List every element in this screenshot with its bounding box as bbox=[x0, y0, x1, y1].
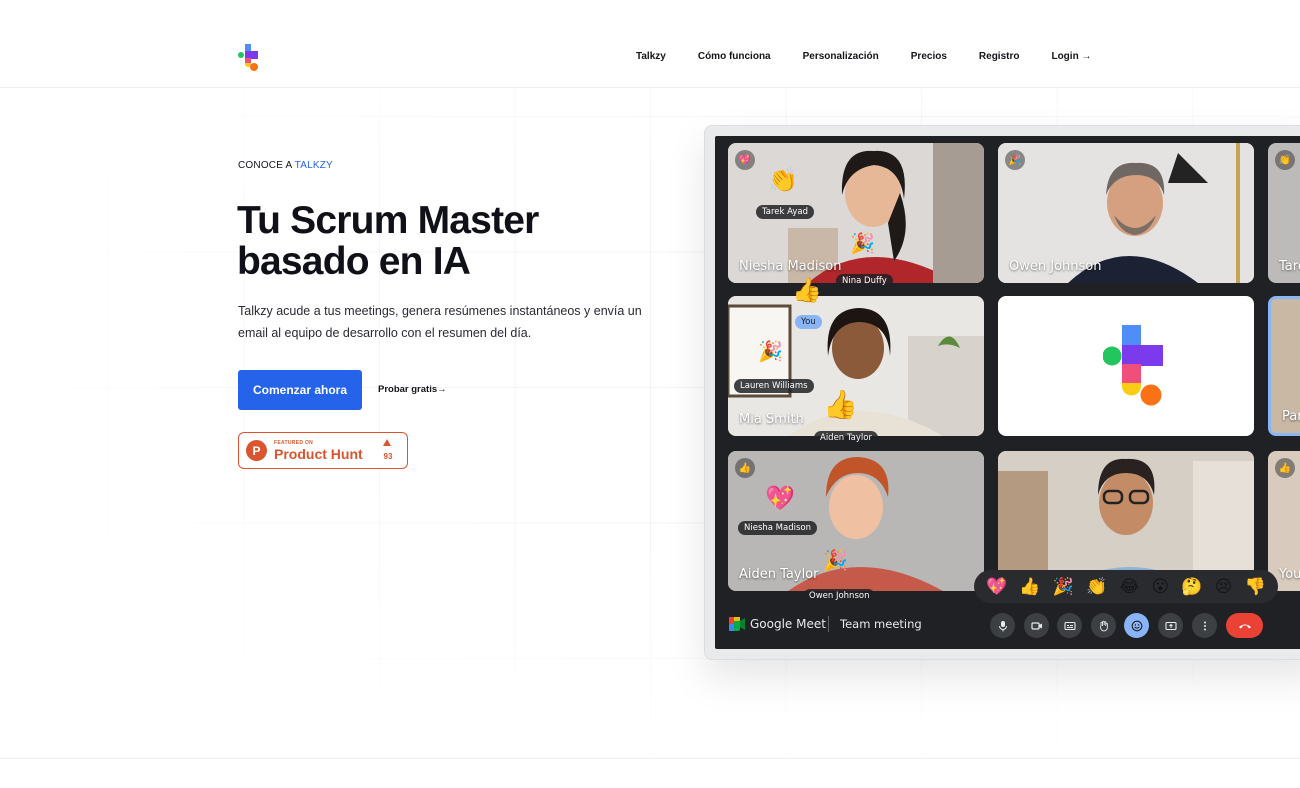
nav-link-registro[interactable]: Registro bbox=[979, 51, 1020, 62]
nav-link-precios[interactable]: Precios bbox=[911, 51, 947, 62]
party-emoji-float: 🎉 bbox=[850, 233, 875, 255]
participant-name: Mia Smith bbox=[739, 412, 804, 427]
raise-hand-button[interactable] bbox=[1091, 613, 1116, 638]
heart-reaction-badge: 💖 bbox=[735, 150, 755, 170]
heart-emoji-float: 💖 bbox=[765, 485, 795, 512]
more-vert-icon bbox=[1203, 621, 1206, 630]
participant-name: You bbox=[1279, 567, 1300, 582]
present-icon bbox=[1164, 621, 1177, 630]
reaction-heart-button[interactable]: 💖 bbox=[986, 577, 1007, 597]
hero-description: Talkzy acude a tus meetings, genera resú… bbox=[238, 304, 642, 340]
leave-call-button[interactable] bbox=[1226, 613, 1263, 638]
camera-icon bbox=[1030, 621, 1042, 630]
product-hunt-votes: 93 bbox=[383, 452, 393, 461]
smiley-icon bbox=[1131, 620, 1142, 631]
reaction-thumbs-down-button[interactable]: 👎 bbox=[1245, 577, 1266, 597]
nav-link-login[interactable]: Login → bbox=[1051, 51, 1091, 62]
reaction-clap-button[interactable]: 👏 bbox=[1086, 577, 1107, 597]
reaction-tag-lauren: Lauren Williams bbox=[734, 379, 814, 393]
try-free-link[interactable]: Probar gratis→ bbox=[378, 384, 447, 395]
reaction-thumbs-up-button[interactable]: 👍 bbox=[1019, 577, 1040, 597]
participant-name: Owen Johnson bbox=[1009, 259, 1102, 274]
eyebrow-prefix: CONOCE A bbox=[238, 160, 295, 171]
hero-title: Tu Scrum Master basado en IA bbox=[237, 200, 657, 282]
reaction-tag-nina: Nina Duffy bbox=[836, 274, 893, 288]
product-hunt-icon: P bbox=[246, 440, 267, 461]
reactions-bar: 💖 👍 🎉 👏 😂 😮 🤔 😢 👎 bbox=[974, 570, 1278, 603]
participant-name: Tare bbox=[1279, 259, 1300, 274]
reaction-surprised-button[interactable]: 😮 bbox=[1152, 577, 1170, 597]
reaction-tag-niesha: Niesha Madison bbox=[738, 521, 817, 535]
talkzy-bot-tile bbox=[998, 296, 1254, 436]
clap-emoji-float: 👏 bbox=[768, 167, 798, 194]
hand-icon bbox=[1099, 620, 1108, 631]
reaction-tag-tarek: Tarek Ayad bbox=[756, 205, 815, 219]
reaction-tag-you: You bbox=[795, 315, 822, 329]
meet-brand-label: Google Meet bbox=[750, 617, 826, 631]
party-emoji-float: 🎉 bbox=[823, 550, 848, 572]
hero-eyebrow: CONOCE A TALKZY bbox=[238, 160, 333, 171]
product-hunt-name: Product Hunt bbox=[274, 446, 363, 462]
present-screen-button[interactable] bbox=[1158, 613, 1183, 638]
thumbs-up-emoji-float: 👍 bbox=[792, 277, 822, 304]
site-header: Talkzy Cómo funciona Personalización Pre… bbox=[0, 0, 1300, 88]
clap-reaction-badge: 👏 bbox=[1275, 150, 1295, 170]
reaction-laugh-button[interactable]: 😂 bbox=[1119, 577, 1139, 597]
main-nav: Talkzy Cómo funciona Personalización Pre… bbox=[636, 51, 1091, 62]
participant-name: Par bbox=[1282, 409, 1300, 424]
meeting-title: Team meeting bbox=[840, 617, 922, 631]
talkzy-logo-large bbox=[1103, 325, 1163, 406]
video-tile-par: Par bbox=[1268, 296, 1300, 436]
talkzy-logo[interactable] bbox=[238, 43, 262, 73]
upvote-arrow-icon bbox=[383, 439, 391, 446]
video-tile-you: 👍 You bbox=[1268, 451, 1300, 591]
thumbs-up-emoji-float: 👍 bbox=[823, 389, 858, 420]
party-reaction-badge: 🎉 bbox=[1005, 150, 1025, 170]
hero-title-line-2: basado en IA bbox=[237, 240, 471, 283]
google-meet-icon bbox=[729, 617, 745, 631]
participant-name: Aiden Taylor bbox=[739, 567, 819, 582]
captions-button[interactable] bbox=[1057, 613, 1082, 638]
party-emoji-float: 🎉 bbox=[758, 341, 783, 363]
hero-title-line-1: Tu Scrum Master bbox=[237, 199, 539, 242]
reaction-party-button[interactable]: 🎉 bbox=[1053, 577, 1074, 597]
camera-button[interactable] bbox=[1024, 613, 1049, 638]
eyebrow-brand: TALKZY bbox=[294, 160, 333, 171]
reaction-tag-aiden: Aiden Taylor bbox=[814, 431, 878, 445]
nav-link-como-funciona[interactable]: Cómo funciona bbox=[698, 51, 771, 62]
thumbs-up-reaction-badge: 👍 bbox=[1275, 458, 1295, 478]
product-hunt-badge[interactable]: P FEATURED ON Product Hunt 93 bbox=[238, 432, 408, 469]
video-tile-owen: 🎉 Owen Johnson bbox=[998, 143, 1254, 283]
reaction-sad-button[interactable]: 😢 bbox=[1215, 577, 1233, 597]
reaction-thinking-button[interactable]: 🤔 bbox=[1181, 577, 1202, 597]
mic-icon bbox=[998, 620, 1007, 631]
emoji-button[interactable] bbox=[1124, 613, 1149, 638]
more-options-button[interactable] bbox=[1192, 613, 1217, 638]
participant-name: Niesha Madison bbox=[739, 259, 842, 274]
section-divider bbox=[0, 758, 1300, 759]
thumbs-up-reaction-badge: 👍 bbox=[735, 458, 755, 478]
reaction-tag-owen: Owen Johnson bbox=[803, 589, 876, 603]
mic-button[interactable] bbox=[990, 613, 1015, 638]
meet-separator bbox=[828, 616, 829, 632]
meet-controls-bar: Google Meet Team meeting bbox=[715, 604, 1300, 649]
video-tile-tarek: 👏 Tare bbox=[1268, 143, 1300, 283]
start-now-button[interactable]: Comenzar ahora bbox=[238, 370, 362, 410]
nav-link-talkzy[interactable]: Talkzy bbox=[636, 51, 666, 62]
nav-link-personalizacion[interactable]: Personalización bbox=[803, 51, 879, 62]
captions-icon bbox=[1063, 621, 1076, 630]
hang-up-icon bbox=[1238, 624, 1251, 628]
